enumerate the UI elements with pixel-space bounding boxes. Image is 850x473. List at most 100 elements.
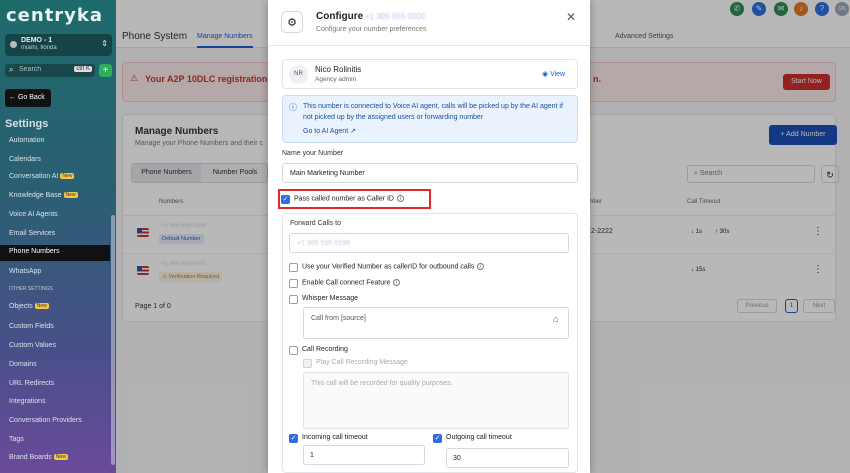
arrow-left-icon: ←: [9, 94, 18, 101]
quick-add-button[interactable]: +: [99, 64, 112, 77]
info-icon: i: [393, 279, 401, 286]
agent-card: NR Nico Rolinitis Agency admin ◉ View: [282, 59, 578, 89]
sidebar-search-placeholder: Search: [19, 66, 42, 73]
search-shortcut: ctrl K: [74, 66, 92, 72]
modal-subtitle: Configure your number preferences: [316, 26, 427, 33]
sidebar-item-calendars[interactable]: Calendars: [9, 156, 109, 163]
play-recording-label: Play Call Recording Message: [316, 359, 408, 366]
sidebar-item-custom-fields[interactable]: Custom Fields: [9, 323, 109, 330]
forward-number-input[interactable]: +1 305 555 0199: [289, 233, 569, 253]
outgoing-timeout-checkbox[interactable]: ✓: [433, 434, 442, 443]
sidebar-item-label: Domains: [9, 361, 37, 368]
sidebar-item-url-redirects[interactable]: URL Redirects: [9, 380, 109, 387]
close-icon[interactable]: ✕: [566, 10, 576, 24]
sidebar-item-label: URL Redirects: [9, 380, 55, 387]
call-recording-label: Call Recording: [302, 346, 348, 353]
sidebar-item-label: Conversation AI: [9, 173, 59, 180]
sidebar-item-label: Brand Boards: [9, 454, 52, 461]
sidebar-item-label: WhatsApp: [9, 268, 42, 275]
sidebar-item-brand-boards[interactable]: Brand Boards New: [9, 454, 109, 461]
sidebar-item-phone-numbers[interactable]: Phone Numbers: [0, 245, 110, 261]
sidebar-item-tags[interactable]: Tags: [9, 436, 109, 443]
account-dot-icon: [10, 41, 17, 48]
sidebar-item-label: Conversation Providers: [9, 417, 82, 424]
sidebar-item-label: Calendars: [9, 156, 41, 163]
sidebar-item-objects[interactable]: Objects New: [9, 303, 109, 310]
sidebar-scrollbar[interactable]: [111, 215, 115, 465]
divider: [268, 45, 590, 46]
incoming-timeout-label: Incoming call timeout: [302, 434, 368, 441]
go-back-label: Go Back: [17, 94, 45, 101]
number-name-input[interactable]: Main Marketing Number: [282, 163, 578, 183]
outgoing-timeout-input[interactable]: 30: [446, 448, 569, 468]
sidebar-item-label: Phone Numbers: [9, 248, 60, 255]
sidebar-item-label: Tags: [9, 436, 24, 443]
call-connect-label: Enable Call connect Feature i: [302, 279, 401, 286]
sidebar-item-custom-values[interactable]: Custom Values: [9, 342, 109, 349]
brand-logo: centryka: [6, 5, 104, 26]
account-location: miami, florida: [21, 45, 57, 51]
name-label: Name your Number: [282, 150, 344, 157]
sidebar-item-label: Automation: [9, 137, 45, 144]
view-link[interactable]: ◉ View: [542, 70, 565, 78]
new-badge: New: [60, 173, 75, 179]
other-settings-heading: OTHER SETTINGS: [9, 286, 53, 292]
sidebar-item-whatsapp[interactable]: WhatsApp: [9, 268, 109, 275]
agent-role: Agency admin: [315, 76, 357, 83]
sidebar-item-conversation-ai[interactable]: Conversation AI New: [9, 173, 109, 180]
modal-title-number: +1 305 555 0000: [365, 12, 426, 21]
info-icon: i: [397, 195, 404, 202]
sidebar-item-email-services[interactable]: Email Services: [9, 230, 109, 237]
agent-name: Nico Rolinitis: [315, 65, 362, 74]
sidebar-item-label: Objects: [9, 303, 33, 310]
eye-icon: ◉: [542, 71, 551, 78]
new-badge: New: [34, 303, 49, 309]
sidebar-item-knowledge-base[interactable]: Knowledge Base New: [9, 192, 109, 199]
incoming-timeout-input[interactable]: 1: [303, 445, 425, 465]
chevron-updown-icon: ⇕: [101, 39, 108, 48]
search-icon: ⌕: [9, 65, 14, 74]
call-connect-checkbox[interactable]: [289, 279, 298, 288]
settings-heading: Settings: [5, 118, 49, 130]
forward-number-value: +1 305 555 0199: [297, 240, 350, 247]
voice-ai-info-box: ⓘ This number is connected to Voice AI a…: [282, 95, 578, 143]
account-switcher[interactable]: DEMO - 1 miami, florida ⇕: [5, 34, 112, 56]
sidebar-search[interactable]: ⌕ Search ctrl K: [5, 64, 95, 77]
tag-icon[interactable]: ⌂: [553, 314, 558, 324]
modal-title: Configure: [316, 11, 364, 22]
new-badge: New: [63, 192, 78, 198]
new-badge: New: [53, 454, 68, 460]
sidebar-item-label: Custom Fields: [9, 323, 54, 330]
whisper-checkbox[interactable]: [289, 295, 298, 304]
play-recording-checkbox[interactable]: [303, 359, 312, 368]
gear-icon: ⚙: [281, 11, 303, 33]
go-back-button[interactable]: ← Go Back: [5, 89, 51, 107]
sidebar: centryka DEMO - 1 miami, florida ⇕ ⌕ Sea…: [0, 0, 116, 473]
forward-calls-label: Forward Calls to: [290, 220, 341, 227]
use-verified-checkbox[interactable]: [289, 263, 298, 272]
sidebar-item-domains[interactable]: Domains: [9, 361, 109, 368]
whisper-label: Whisper Message: [302, 295, 359, 302]
go-to-ai-agent-link[interactable]: Go to AI Agent ↗: [303, 127, 356, 135]
sidebar-item-automation[interactable]: Automation: [9, 137, 109, 144]
info-icon: ⓘ: [289, 103, 297, 112]
sidebar-item-integrations[interactable]: Integrations: [9, 398, 109, 405]
sidebar-item-conversation-providers[interactable]: Conversation Providers: [9, 417, 109, 424]
sidebar-item-label: Custom Values: [9, 342, 56, 349]
avatar: NR: [289, 65, 308, 84]
account-name: DEMO - 1: [21, 37, 53, 44]
pass-caller-id-label: Pass called number as Caller ID i: [294, 195, 404, 202]
sidebar-item-label: Voice AI Agents: [9, 211, 58, 218]
recording-message-textarea[interactable]: This call will be recorded for quality p…: [303, 372, 569, 429]
use-verified-label: Use your Verified Number as callerID for…: [302, 263, 485, 270]
sidebar-item-voice-ai-agents[interactable]: Voice AI Agents: [9, 211, 109, 218]
call-recording-checkbox[interactable]: [289, 346, 298, 355]
pass-caller-id-checkbox[interactable]: ✓: [281, 195, 290, 204]
incoming-timeout-checkbox[interactable]: ✓: [289, 434, 298, 443]
sidebar-item-label: Knowledge Base: [9, 192, 62, 199]
outgoing-timeout-label: Outgoing call timeout: [446, 434, 512, 441]
configure-modal: ⚙ Configure +1 305 555 0000 Configure yo…: [268, 0, 590, 473]
whisper-message-textarea[interactable]: Call from [source]: [303, 307, 569, 339]
external-link-icon: ↗: [348, 128, 356, 135]
info-text: This number is connected to Voice AI age…: [303, 103, 563, 121]
